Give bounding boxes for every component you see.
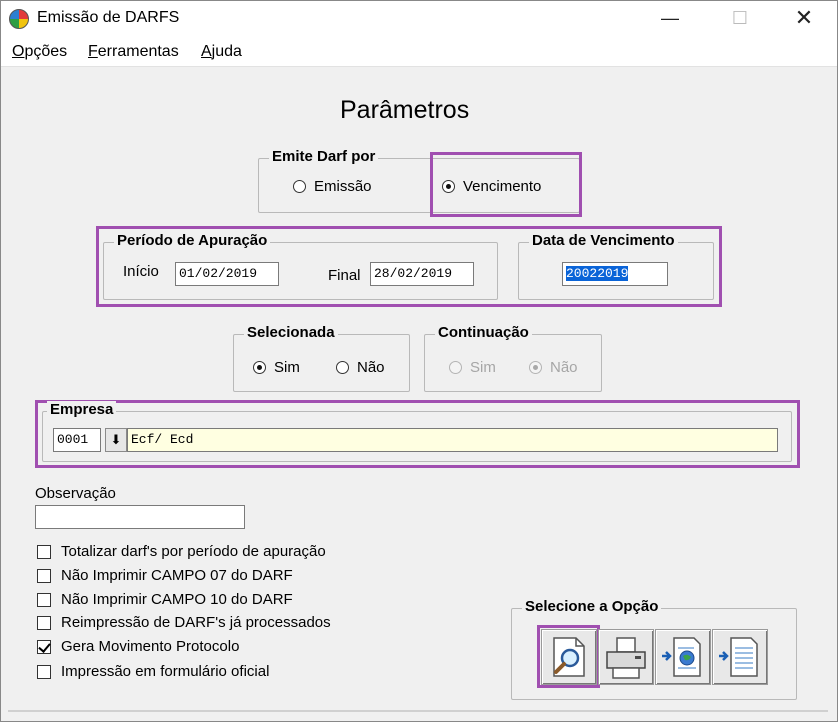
checkbox-gera-movimento-label: Gera Movimento Protocolo [61, 638, 240, 655]
emite-darf-label: Emite Darf por [269, 148, 379, 165]
final-label: Final [328, 267, 361, 284]
printer-icon [606, 637, 646, 679]
export-document-icon [719, 637, 758, 677]
selecionada-nao-dot[interactable] [336, 361, 349, 374]
menu-ferramentas[interactable]: Ferramentas [88, 43, 179, 61]
window-title: Emissão de DARFS [37, 9, 180, 26]
continuacao-sim-label: Sim [470, 359, 496, 376]
radio-vencimento[interactable]: Vencimento [442, 178, 541, 195]
periodo-label: Período de Apuração [114, 232, 271, 249]
selecionada-sim-dot[interactable] [253, 361, 266, 374]
export-web-button[interactable] [655, 629, 711, 685]
checkbox-formulario-oficial[interactable]: Impressão em formulário oficial [37, 663, 269, 680]
vencimento-selected-text: 20022019 [566, 266, 629, 281]
print-button[interactable] [598, 629, 654, 685]
observacao-input[interactable] [35, 505, 245, 529]
inicio-label: Início [123, 263, 159, 280]
checkbox-reimpressao-label: Reimpressão de DARF's já processados [61, 614, 331, 631]
menu-ajuda[interactable]: Ajuda [201, 43, 242, 61]
radio-emissao-label: Emissão [314, 178, 372, 195]
selecionada-label: Selecionada [244, 324, 338, 341]
continuacao-nao-label: Não [550, 359, 578, 376]
selecionada-nao[interactable]: Não [336, 359, 385, 376]
checkbox-gera-movimento[interactable]: Gera Movimento Protocolo [37, 638, 239, 655]
radio-vencimento-label: Vencimento [463, 178, 542, 195]
checkbox-campo07-box[interactable] [37, 568, 51, 583]
observacao-label: Observação [35, 485, 116, 502]
checkbox-gera-movimento-box[interactable] [37, 639, 51, 654]
selecionada-nao-label: Não [357, 359, 385, 376]
radio-emissao[interactable]: Emissão [293, 178, 372, 195]
checkbox-totalizar[interactable]: Totalizar darf's por período de apuração [37, 543, 326, 560]
selecionada-sim[interactable]: Sim [253, 359, 300, 376]
continuacao-sim-dot [449, 361, 462, 374]
minimize-button[interactable]: — [647, 1, 693, 35]
export-web-icon [662, 637, 701, 677]
checkbox-reimpressao-box[interactable] [37, 615, 51, 630]
highlight-preview [537, 625, 600, 688]
continuacao-sim: Sim [449, 359, 496, 376]
final-input[interactable]: 28/02/2019 [370, 262, 474, 286]
checkbox-totalizar-label: Totalizar darf's por período de apuração [61, 543, 326, 560]
checkbox-campo07[interactable]: Não Imprimir CAMPO 07 do DARF [37, 567, 293, 584]
title-bar: Emissão de DARFS — ☐ ✕ [1, 1, 837, 37]
empresa-label: Empresa [47, 401, 117, 418]
continuacao-nao: Não [529, 359, 578, 376]
checkbox-campo10[interactable]: Não Imprimir CAMPO 10 do DARF [37, 591, 293, 608]
vencimento-label: Data de Vencimento [529, 232, 678, 249]
empresa-name-field: Ecf/ Ecd [127, 428, 778, 452]
page-title: Parâmetros [340, 96, 470, 124]
continuacao-label: Continuação [435, 324, 532, 341]
selecionada-sim-label: Sim [274, 359, 300, 376]
checkbox-campo10-label: Não Imprimir CAMPO 10 do DARF [61, 591, 293, 608]
checkbox-campo10-box[interactable] [37, 592, 51, 607]
empresa-lookup-button[interactable]: ⬇ [105, 428, 127, 452]
radio-vencimento-dot[interactable] [442, 180, 455, 193]
checkbox-totalizar-box[interactable] [37, 544, 51, 559]
download-arrow-icon: ⬇ [110, 432, 122, 447]
vencimento-input[interactable]: 20022019 [562, 262, 668, 286]
checkbox-formulario-oficial-box[interactable] [37, 664, 51, 679]
continuacao-nao-dot [529, 361, 542, 374]
app-icon [9, 9, 29, 29]
checkbox-campo07-label: Não Imprimir CAMPO 07 do DARF [61, 567, 293, 584]
close-button[interactable]: ✕ [781, 1, 827, 35]
empresa-code-input[interactable]: 0001 [53, 428, 101, 452]
bottom-divider [8, 710, 828, 712]
menu-opcoes[interactable]: Opções [12, 43, 67, 61]
checkbox-reimpressao[interactable]: Reimpressão de DARF's já processados [37, 614, 331, 631]
menu-bar: Opções Ferramentas Ajuda [1, 37, 837, 67]
checkbox-formulario-oficial-label: Impressão em formulário oficial [61, 663, 270, 680]
export-document-button[interactable] [712, 629, 768, 685]
radio-emissao-dot[interactable] [293, 180, 306, 193]
opcao-label: Selecione a Opção [522, 598, 662, 615]
inicio-input[interactable]: 01/02/2019 [175, 262, 279, 286]
maximize-button[interactable]: ☐ [717, 1, 763, 35]
